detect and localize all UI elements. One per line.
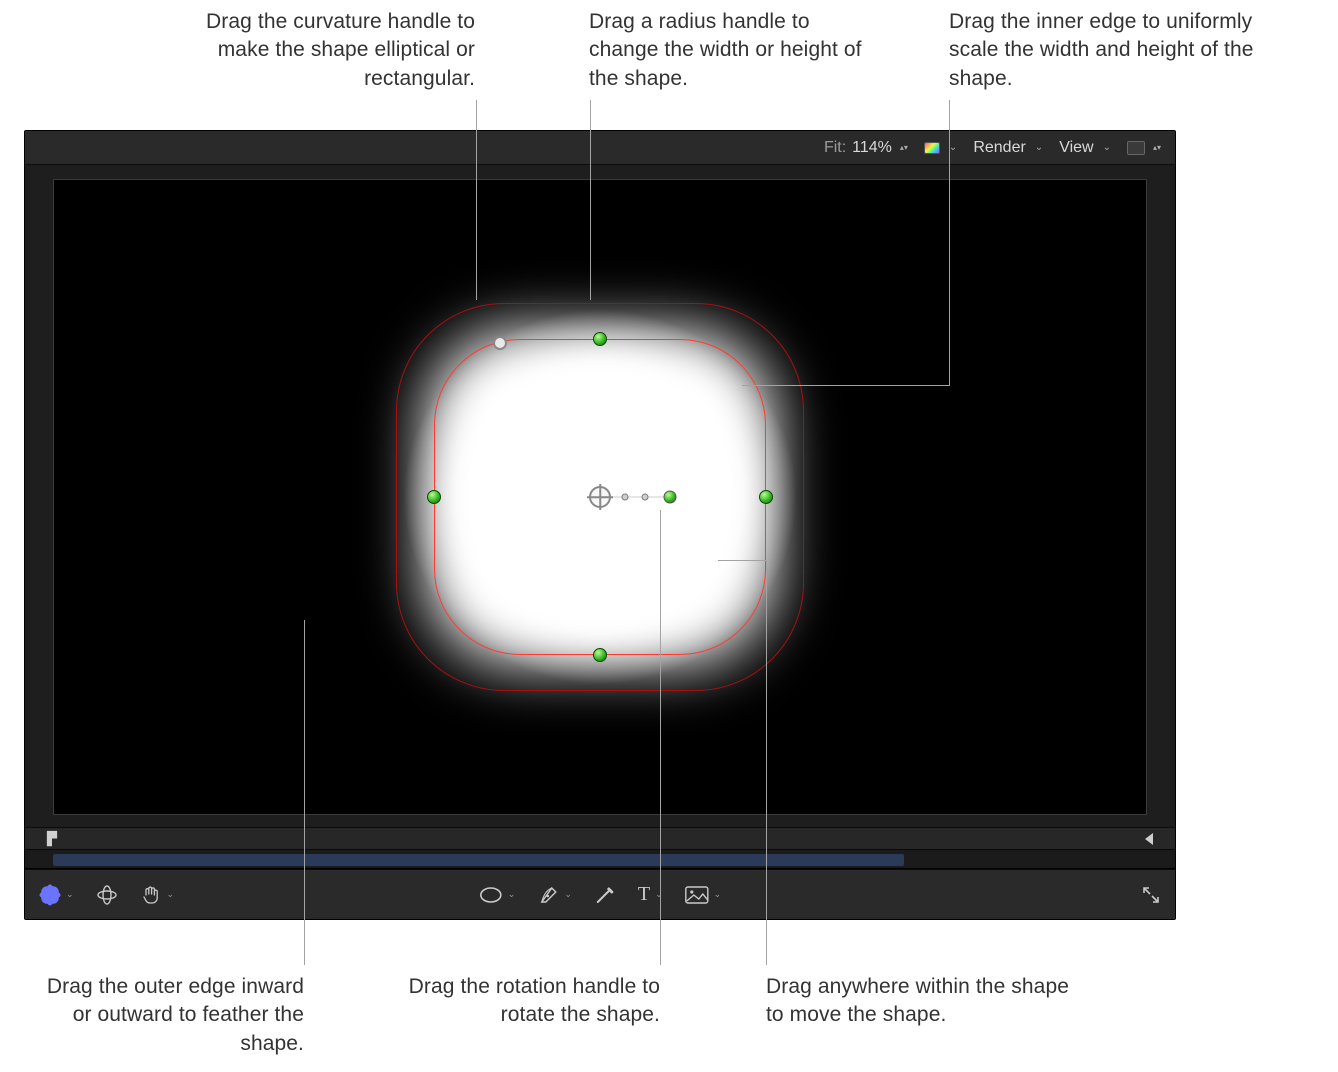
orbit-3d-tool[interactable] — [96, 884, 118, 906]
callout-outer-edge: Drag the outer edge inward or outward to… — [44, 973, 304, 1058]
layout-swatch-icon — [1127, 141, 1145, 155]
play-range-end-icon[interactable] — [1145, 833, 1153, 845]
mini-timeline-strip[interactable]: ▛ — [25, 827, 1175, 849]
canvas[interactable] — [53, 179, 1147, 815]
anchor-center-icon[interactable] — [589, 486, 611, 508]
leader-line — [590, 100, 591, 300]
color-channel-swatch[interactable]: ⌄ — [924, 142, 957, 154]
media-tool[interactable]: ⌄ — [685, 886, 722, 904]
viewer-topbar: Fit: 114% ▴▾ ⌄ Render ⌄ View ⌄ ▴▾ — [25, 131, 1175, 165]
fit-label: Fit: — [824, 139, 846, 157]
render-menu[interactable]: Render ⌄ — [973, 139, 1043, 157]
timeline-scrollbar[interactable] — [25, 849, 1175, 869]
pen-tool-icon — [537, 884, 559, 906]
radius-handle-left[interactable] — [427, 490, 441, 504]
leader-line — [304, 620, 305, 965]
ellipse-tool-icon — [479, 885, 503, 905]
chevron-down-icon: ⌄ — [1103, 142, 1111, 153]
chevron-down-icon: ⌄ — [167, 889, 175, 900]
transform-shape-icon — [39, 884, 61, 906]
radius-handle-bottom[interactable] — [593, 648, 607, 662]
pen-tool[interactable]: ⌄ — [537, 884, 572, 906]
media-tool-icon — [685, 886, 709, 904]
text-tool[interactable]: T ⌄ — [638, 883, 663, 906]
leader-line — [766, 560, 767, 965]
radius-handle-top[interactable] — [593, 332, 607, 346]
transform-tool[interactable]: ⌄ — [39, 884, 74, 906]
hand-pan-icon — [140, 884, 162, 906]
fit-value: 114% — [852, 139, 892, 157]
chevron-down-icon: ⌄ — [66, 889, 74, 900]
chevron-down-icon: ⌄ — [564, 889, 572, 900]
callout-radius: Drag a radius handle to change the width… — [589, 8, 879, 93]
stepper-icon: ▴▾ — [900, 145, 908, 151]
radius-handle-right[interactable] — [759, 490, 773, 504]
timeline-scrollbar-thumb[interactable] — [53, 854, 904, 866]
hand-pan-tool[interactable]: ⌄ — [140, 884, 175, 906]
expand-fullscreen[interactable] — [1141, 885, 1161, 905]
rainbow-swatch-icon — [924, 142, 940, 154]
viewer-panel: Fit: 114% ▴▾ ⌄ Render ⌄ View ⌄ ▴▾ — [24, 130, 1176, 920]
callout-inner-edge: Drag the inner edge to uniformly scale t… — [949, 8, 1279, 93]
callout-rotation: Drag the rotation handle to rotate the s… — [378, 973, 660, 1030]
text-tool-icon: T — [638, 883, 650, 906]
rotation-arm-bead — [622, 494, 629, 501]
chevron-down-icon: ⌄ — [714, 889, 722, 900]
leader-line — [660, 510, 661, 965]
curvature-handle[interactable] — [493, 336, 507, 350]
chevron-down-icon: ⌄ — [655, 889, 663, 900]
bottom-toolbar: ⌄ ⌄ ⌄ ⌄ T ⌄ — [25, 869, 1175, 919]
view-menu[interactable]: View ⌄ — [1059, 139, 1111, 157]
leader-line — [949, 100, 950, 385]
leader-line — [476, 100, 477, 300]
play-range-start-icon[interactable]: ▛ — [47, 831, 57, 847]
leader-line — [718, 560, 766, 561]
render-label: Render — [973, 139, 1025, 157]
expand-fullscreen-icon — [1141, 885, 1161, 905]
callout-curvature: Drag the curvature handle to make the sh… — [165, 8, 475, 93]
orbit-3d-icon — [96, 884, 118, 906]
brush-tool-icon — [594, 884, 616, 906]
leader-line — [742, 385, 950, 386]
callout-move: Drag anywhere within the shape to move t… — [766, 973, 1076, 1030]
rotation-handle[interactable] — [664, 491, 677, 504]
rotation-arm-bead — [642, 494, 649, 501]
chevron-down-icon: ⌄ — [508, 889, 516, 900]
ellipse-shape-tool[interactable]: ⌄ — [479, 885, 516, 905]
brush-tool[interactable] — [594, 884, 616, 906]
chevron-down-icon: ⌄ — [949, 142, 957, 153]
viewer-layout-swatch[interactable]: ▴▾ — [1127, 141, 1161, 155]
view-label: View — [1059, 139, 1093, 157]
chevron-down-icon: ⌄ — [1035, 142, 1043, 153]
zoom-fit-control[interactable]: Fit: 114% ▴▾ — [824, 139, 908, 157]
stepper-icon: ▴▾ — [1153, 145, 1161, 151]
